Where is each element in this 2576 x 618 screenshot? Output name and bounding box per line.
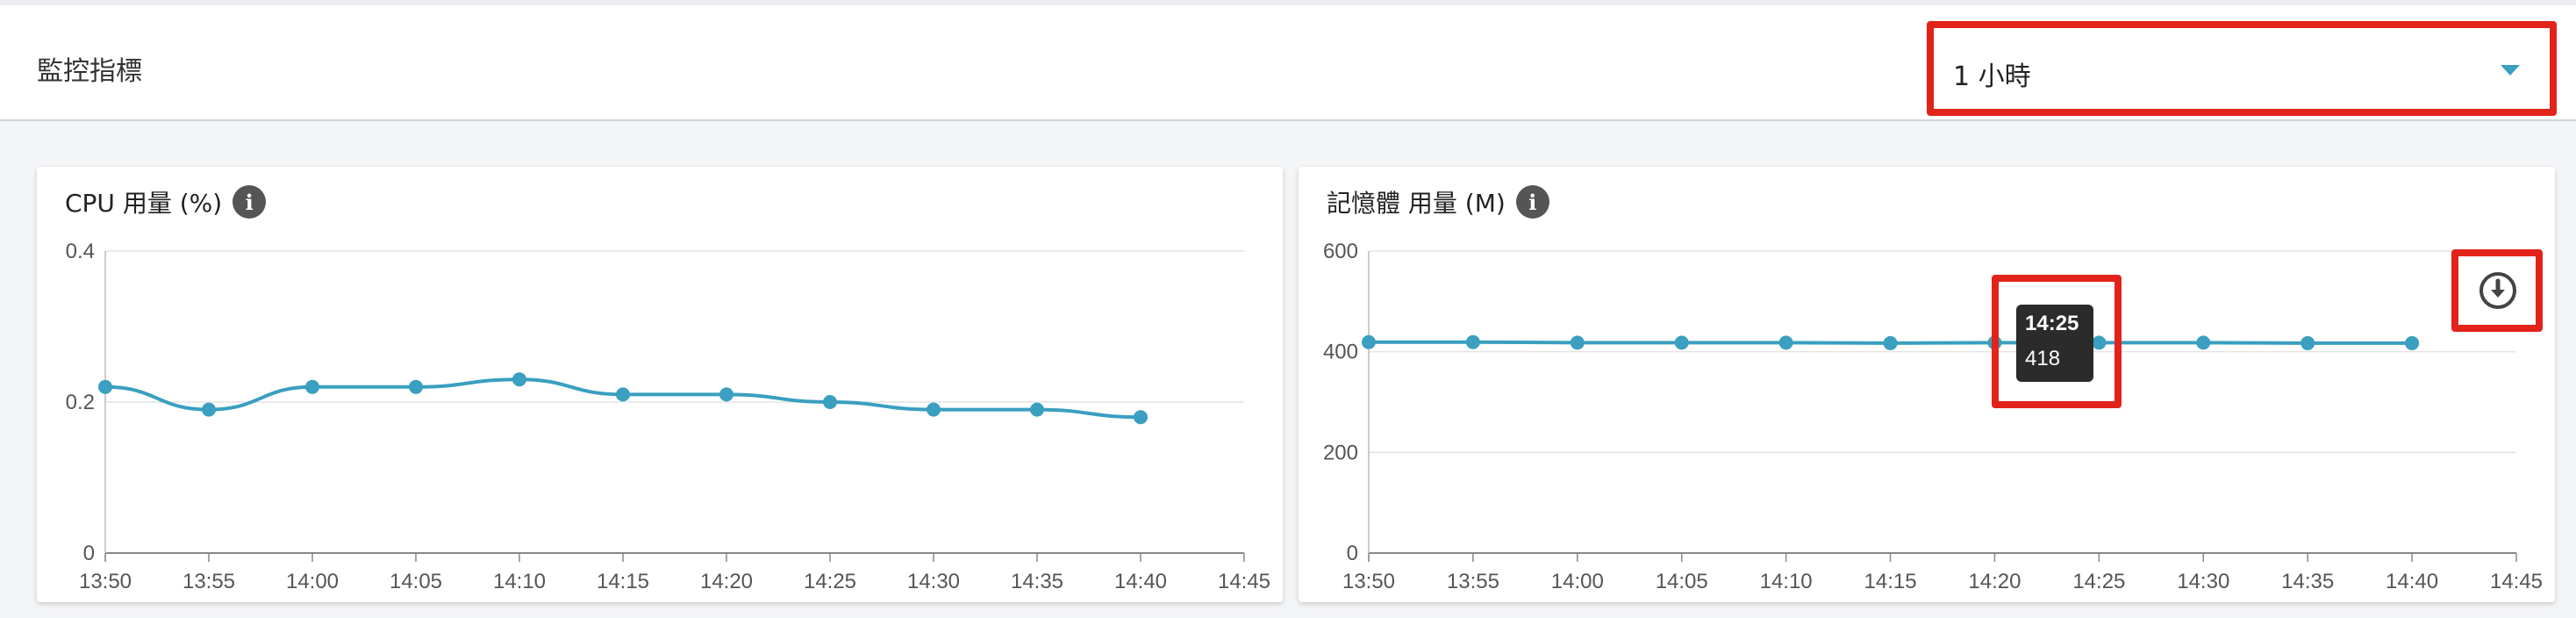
data-point: [1674, 335, 1689, 350]
cpu-usage-card: CPU 用量 (%) i 0 0.2 0.4 13:50 13:55 14:00 14:05…: [37, 167, 1283, 602]
memory-usage-card: 記憶體 用量 (M) i 0 200 400 600 13:50 13:55 14:00 14…: [1299, 167, 2555, 602]
metrics-header: 監控指標 1 小時: [0, 5, 2576, 121]
data-point: [616, 387, 630, 402]
x-tick-label: 14:25: [804, 570, 856, 593]
x-tick-label: 14:05: [390, 570, 442, 593]
x-tick-label: 14:40: [2386, 570, 2438, 593]
y-tick-label: 600: [1323, 240, 1358, 263]
data-point: [2196, 335, 2211, 350]
data-point: [1030, 402, 1044, 417]
download-icon: [2479, 272, 2516, 309]
x-tick-label: 14:20: [1968, 570, 2021, 593]
time-range-value: 1 小時: [1953, 61, 2031, 92]
x-tick-label: 14:35: [1011, 570, 1063, 593]
tooltip-time: 14:25: [2025, 312, 2079, 335]
data-point: [1465, 334, 1480, 349]
data-point: [2301, 335, 2315, 350]
data-point: [823, 395, 837, 409]
y-tick-label: 400: [1323, 341, 1358, 364]
y-tick-label: 200: [1323, 441, 1358, 464]
data-point: [927, 402, 941, 417]
tooltip-value: 418: [2025, 347, 2061, 370]
chart-tooltip: 14:25 418: [2016, 305, 2093, 382]
data-point: [1134, 410, 1148, 425]
data-point: [409, 379, 423, 394]
y-tick-label: 0.2: [66, 391, 95, 414]
x-tick-label: 14:40: [1114, 570, 1167, 593]
x-tick-label: 14:25: [2072, 570, 2125, 593]
x-tick-label: 14:00: [1551, 570, 1604, 593]
x-tick-label: 13:50: [79, 570, 132, 593]
x-tick-label: 14:15: [597, 570, 649, 593]
x-tick-label: 14:15: [1864, 570, 1917, 593]
x-tick-label: 14:05: [1656, 570, 1708, 593]
x-tick-label: 14:35: [2281, 570, 2334, 593]
data-point: [1570, 335, 1585, 350]
data-point: [202, 402, 216, 417]
time-range-select[interactable]: 1 小時: [1927, 21, 2557, 116]
chevron-down-icon[interactable]: [2501, 65, 2520, 75]
download-chart-button[interactable]: [2451, 249, 2543, 332]
memory-usage-chart: 0 200 400 600 13:50 13:55 14:00 14:05 14:10 14:15…: [1323, 240, 2543, 593]
x-tick-label: 14:30: [907, 570, 960, 593]
y-tick-label: 0: [1347, 542, 1358, 565]
y-tick-label: 0: [83, 542, 95, 565]
x-tick-label: 14:00: [286, 570, 339, 593]
x-tick-label: 13:55: [182, 570, 235, 593]
x-tick-label: 13:50: [1342, 570, 1395, 593]
highlighted-tooltip: 14:25 418: [1992, 275, 2122, 408]
data-point: [1362, 334, 1376, 349]
data-point: [719, 387, 733, 402]
cpu-usage-chart: 0 0.2 0.4 13:50 13:55 14:00 14:05 14:10 14:15 14:…: [66, 240, 1270, 593]
data-point: [1883, 335, 1898, 350]
x-tick-label: 14:45: [2490, 570, 2543, 593]
x-tick-label: 14:30: [2177, 570, 2229, 593]
data-point: [98, 379, 112, 394]
data-point: [1778, 335, 1793, 350]
data-point: [512, 372, 526, 387]
data-point: [2405, 335, 2420, 350]
x-tick-label: 13:55: [1447, 570, 1499, 593]
x-tick-label: 14:10: [493, 570, 546, 593]
data-point: [305, 379, 319, 394]
x-tick-label: 14:10: [1760, 570, 1813, 593]
x-tick-label: 14:45: [1218, 570, 1270, 593]
y-tick-label: 0.4: [66, 240, 95, 263]
page-title: 監控指標: [37, 56, 142, 87]
x-tick-label: 14:20: [700, 570, 753, 593]
